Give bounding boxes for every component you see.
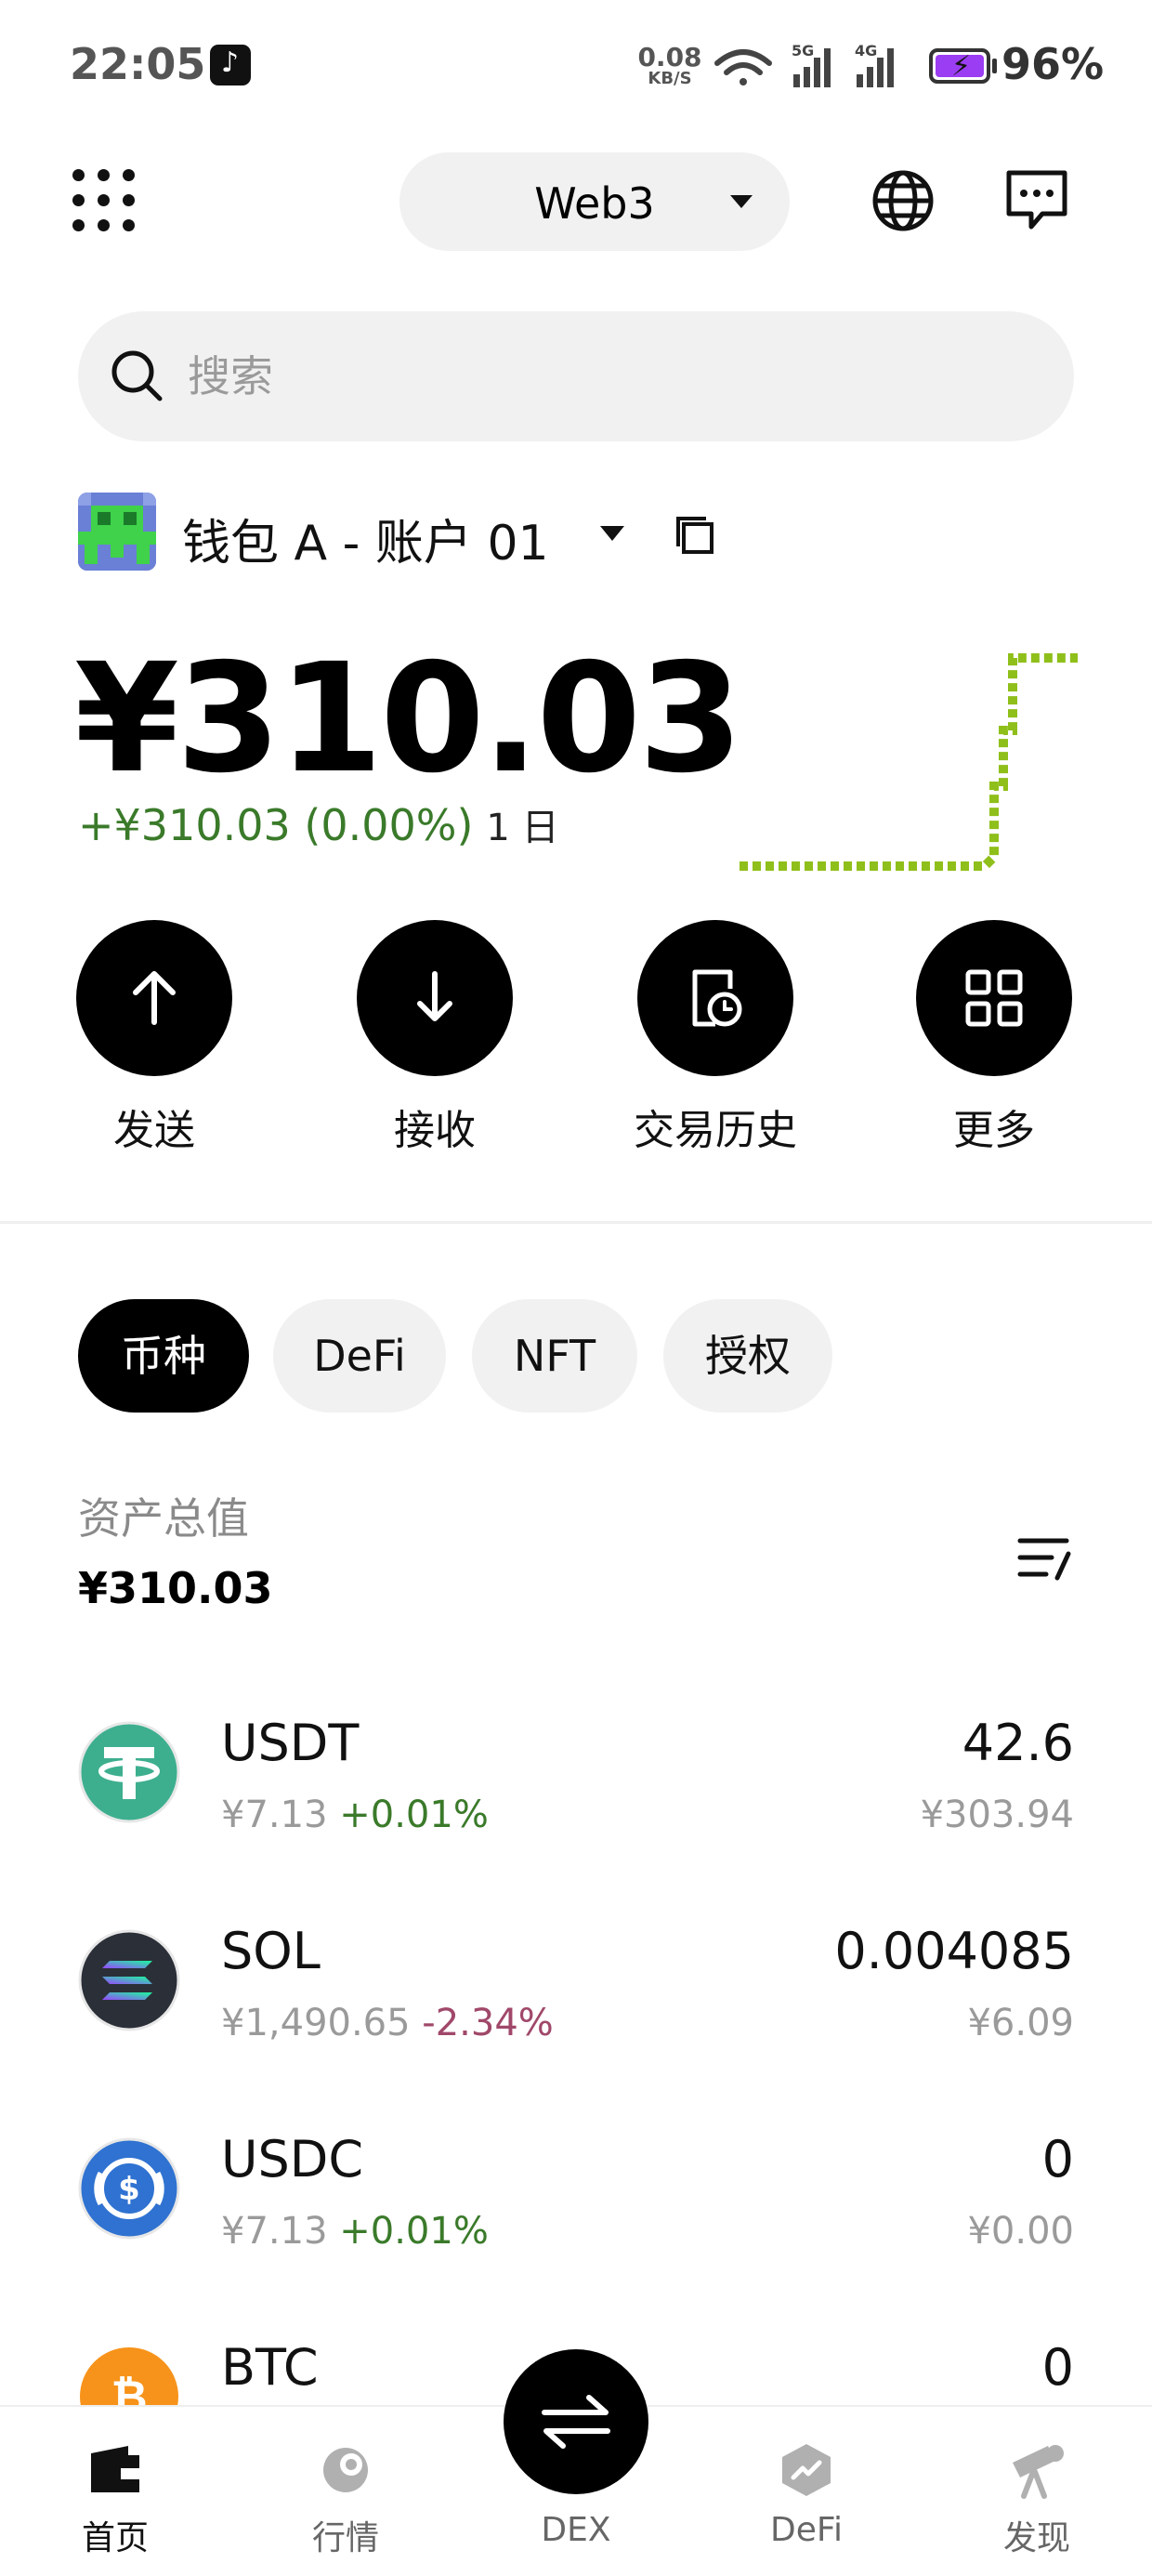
asset-summary: 资产总值 ¥310.03 — [78, 1485, 1074, 1624]
receive-button[interactable]: 接收 — [342, 920, 528, 1154]
nav-home-label: 首页 — [81, 2519, 149, 2557]
token-value: ¥6.09 — [967, 2002, 1074, 2044]
total-balance: ¥310.03 — [74, 632, 743, 807]
token-amount: 0 — [1041, 2338, 1074, 2397]
token-symbol: SOL — [221, 1922, 321, 1980]
battery-percent: 96% — [1001, 39, 1105, 89]
token-price: ¥1,490.65 -2.34% — [221, 2002, 554, 2044]
network-selector-label: Web3 — [534, 178, 655, 229]
wallet-name: 钱包 A - 账户 01 — [182, 516, 549, 572]
tab-nft[interactable]: NFT — [472, 1299, 637, 1413]
copy-icon[interactable] — [673, 513, 717, 558]
token-row-usdt[interactable]: USDT ¥7.13 +0.01% 42.6 ¥303.94 — [78, 1701, 1074, 1886]
search-icon — [111, 350, 163, 401]
wifi-icon — [714, 49, 772, 85]
token-price-value: ¥7.13 — [221, 2210, 328, 2253]
asset-total-title: 资产总值 — [78, 1493, 249, 1544]
chevron-down-icon — [600, 526, 624, 541]
token-price-change: -2.34% — [422, 2002, 554, 2044]
more-button[interactable]: 更多 — [901, 920, 1087, 1154]
balance-sparkline — [740, 653, 1078, 871]
apps-menu-button[interactable] — [72, 169, 136, 232]
net-5g-label: 5G — [792, 42, 814, 59]
token-row-usdc[interactable]: $ USDC ¥7.13 +0.01% 0 ¥0.00 — [78, 2117, 1074, 2303]
telescope-icon — [1013, 2445, 1064, 2499]
signal-icons: 5G 4G — [714, 42, 894, 87]
quick-actions: 发送 接收 交易历史 更多 — [0, 920, 1152, 1154]
nav-discover-label: 发现 — [1002, 2519, 1070, 2557]
token-amount: 0 — [1041, 2130, 1074, 2188]
receive-label: 接收 — [394, 1107, 476, 1154]
token-price-change: +0.01% — [339, 1794, 489, 1836]
sol-icon — [78, 1929, 180, 2031]
swap-icon — [542, 2395, 610, 2449]
message-icon[interactable] — [1003, 167, 1070, 234]
network-speed-unit: KB/S — [648, 69, 692, 88]
token-amount: 0.004085 — [834, 1922, 1074, 1980]
nav-market-label: 行情 — [311, 2519, 379, 2557]
token-price: ¥7.13 +0.01% — [221, 2210, 489, 2253]
nav-discover[interactable]: 发现 — [953, 2407, 1120, 2576]
token-price-change: +0.01% — [339, 2210, 489, 2253]
history-button[interactable]: 交易历史 — [622, 920, 808, 1154]
tab-approvals[interactable]: 授权 — [663, 1299, 832, 1413]
market-icon — [323, 2448, 368, 2492]
globe-icon[interactable] — [870, 167, 936, 234]
sort-filter-icon[interactable] — [1015, 1528, 1074, 1587]
tab-tokens[interactable]: 币种 — [78, 1299, 249, 1413]
defi-icon — [782, 2444, 831, 2496]
status-time: 22:05 — [70, 39, 206, 89]
tab-defi[interactable]: DeFi — [273, 1299, 446, 1413]
token-value: ¥0.00 — [967, 2210, 1074, 2253]
tiktok-notification-icon — [210, 45, 251, 85]
status-bar: 22:05 0.08 KB/S 5G 4G ⚡ 96% — [0, 0, 1152, 139]
svg-text:$: $ — [118, 2171, 140, 2208]
more-label: 更多 — [953, 1107, 1035, 1154]
asset-total-value: ¥310.03 — [78, 1563, 273, 1613]
nav-market[interactable]: 行情 — [262, 2407, 429, 2576]
chevron-down-icon — [730, 195, 753, 208]
section-divider — [0, 1221, 1152, 1224]
token-amount: 42.6 — [962, 1714, 1074, 1772]
search-bar[interactable] — [78, 311, 1074, 441]
token-symbol: USDT — [221, 1714, 360, 1772]
grid-icon — [965, 969, 1023, 1027]
avatar — [78, 493, 156, 571]
network-speed: 0.08 KB/S — [637, 45, 702, 87]
token-price-value: ¥7.13 — [221, 1794, 328, 1836]
nav-defi[interactable]: DeFi — [723, 2407, 890, 2576]
app-header: Web3 — [0, 139, 1152, 260]
battery-icon: ⚡ — [929, 48, 990, 84]
network-selector[interactable]: Web3 — [399, 152, 790, 251]
token-price-value: ¥1,490.65 — [221, 2002, 411, 2044]
history-label: 交易历史 — [634, 1107, 797, 1154]
balance-change: +¥310.03 (0.00%) 1 日 — [78, 797, 559, 851]
net-4g-label: 4G — [855, 42, 877, 59]
arrow-down-icon — [417, 971, 452, 1021]
usdt-icon — [78, 1721, 180, 1823]
nav-home[interactable]: 首页 — [32, 2407, 199, 2576]
send-button[interactable]: 发送 — [61, 920, 247, 1154]
search-input[interactable] — [188, 339, 1024, 414]
send-label: 发送 — [113, 1107, 195, 1154]
token-row-sol[interactable]: SOL ¥1,490.65 -2.34% 0.004085 ¥6.09 — [78, 1909, 1074, 2095]
history-icon — [692, 969, 742, 1027]
nav-dex-label: DEX — [541, 2511, 611, 2549]
token-symbol: USDC — [221, 2130, 364, 2188]
nav-defi-label: DeFi — [770, 2511, 843, 2549]
token-price: ¥7.13 +0.01% — [221, 1794, 489, 1836]
usdc-icon: $ — [78, 2137, 180, 2240]
wallet-icon — [91, 2446, 139, 2492]
token-value: ¥303.94 — [920, 1794, 1074, 1836]
wallet-selector[interactable]: 钱包 A - 账户 01 — [78, 493, 914, 572]
token-symbol: BTC — [221, 2338, 319, 2397]
dex-swap-button[interactable] — [504, 2349, 648, 2494]
network-speed-value: 0.08 — [637, 42, 702, 72]
balance-change-value: +¥310.03 (0.00%) — [78, 800, 474, 850]
asset-tabs: 币种 DeFi NFT 授权 — [78, 1299, 1074, 1413]
arrow-up-icon — [133, 971, 176, 1025]
balance-change-period[interactable]: 1 日 — [486, 807, 558, 849]
